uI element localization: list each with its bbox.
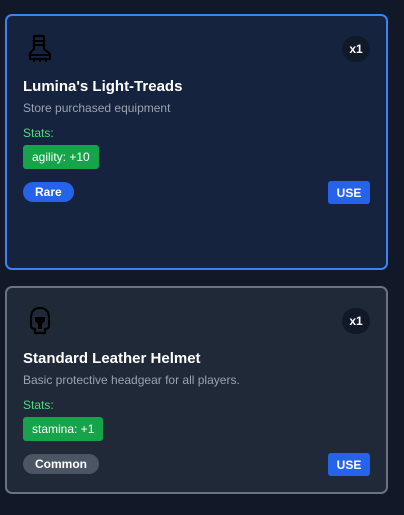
rarity-badge: Common xyxy=(23,454,99,474)
item-card[interactable]: x1 Lumina's Light-Treads Store purchased… xyxy=(5,14,388,270)
use-button[interactable]: USE xyxy=(328,181,370,204)
helmet-icon xyxy=(29,306,51,335)
rarity-badge: Rare xyxy=(23,182,74,202)
item-card[interactable]: x1 Standard Leather Helmet Basic protect… xyxy=(5,286,388,494)
stat-chip: agility: +10 xyxy=(23,145,99,169)
stats-label: Stats: xyxy=(23,126,54,140)
item-name: Lumina's Light-Treads xyxy=(23,78,183,95)
item-description: Basic protective headgear for all player… xyxy=(23,373,240,387)
boot-icon xyxy=(28,34,52,62)
stats-label: Stats: xyxy=(23,398,54,412)
quantity-badge: x1 xyxy=(342,36,370,62)
item-description: Store purchased equipment xyxy=(23,101,171,115)
quantity-badge: x1 xyxy=(342,308,370,334)
use-button[interactable]: USE xyxy=(328,453,370,476)
stat-chip: stamina: +1 xyxy=(23,417,104,441)
item-name: Standard Leather Helmet xyxy=(23,350,201,367)
